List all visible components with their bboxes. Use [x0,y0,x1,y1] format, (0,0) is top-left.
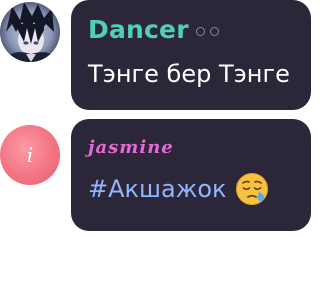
avatar-letter: i [26,143,34,167]
message-text: Тэнге бер Тэнге [88,60,290,88]
author-name[interactable]: Dancer [88,15,189,44]
message-text: #Акшажок [88,175,227,203]
avatar[interactable] [0,2,60,62]
status-indicator [195,27,224,36]
chat-view: Dancer Тэнге бер Тэнге i jasmine #Акшажо… [0,0,320,284]
sleepy-face-icon [235,173,268,205]
message-bubble[interactable]: Dancer Тэнге бер Тэнге [71,0,311,110]
author-row: Dancer [88,12,297,46]
status-dot-icon [209,27,219,36]
author-name[interactable]: jasmine [88,137,297,158]
message-bubble[interactable]: jasmine #Акшажок [71,119,311,231]
message-row: #Акшажок [88,172,297,206]
status-dot-icon [195,27,205,36]
avatar[interactable]: i [0,125,60,185]
anime-character-avatar-icon [0,2,60,62]
